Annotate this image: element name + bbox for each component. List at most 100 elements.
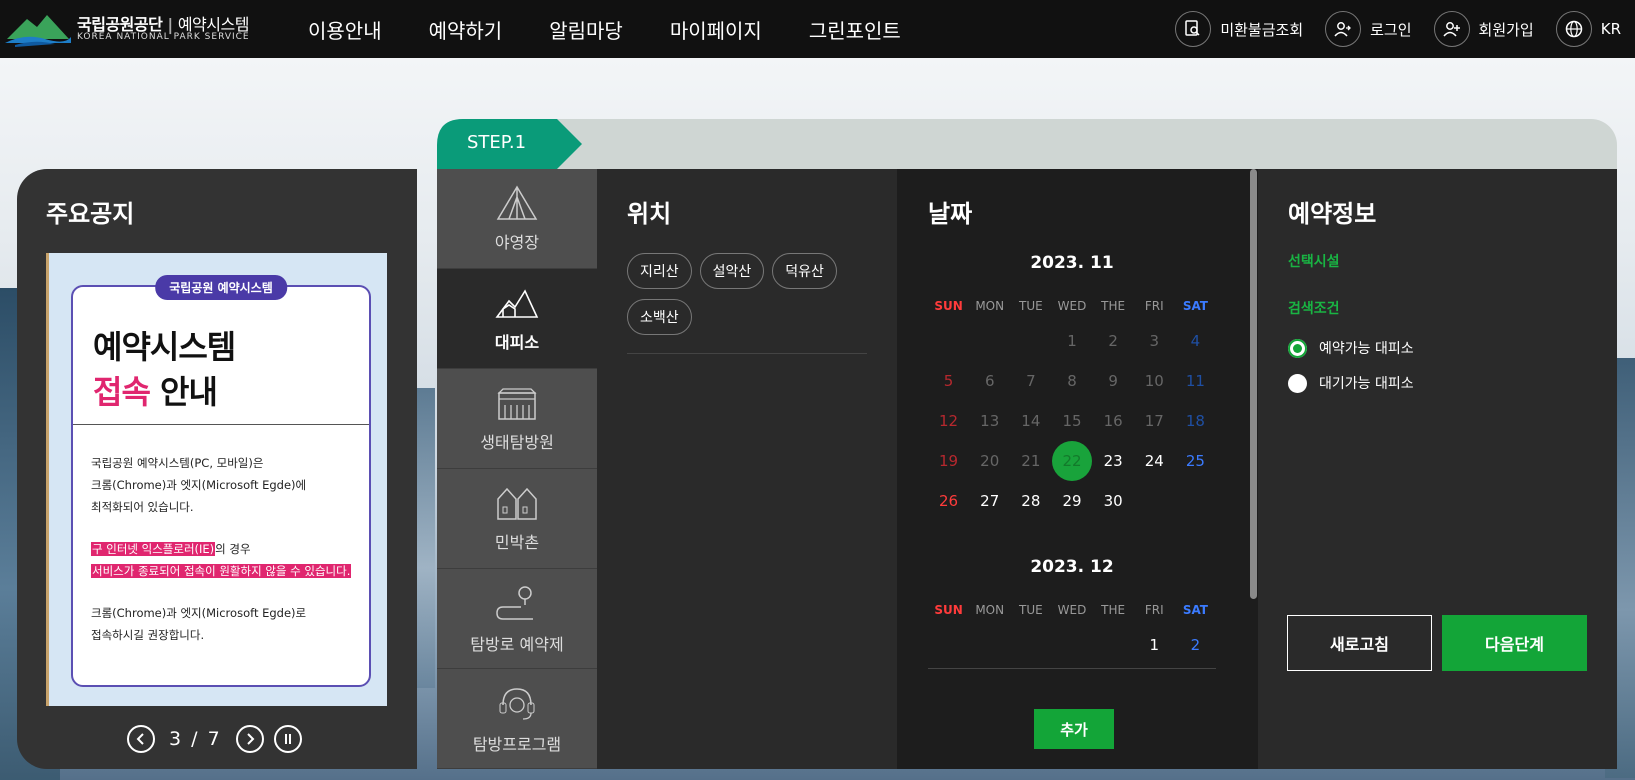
menu-mypage[interactable]: 마이페이지 (670, 15, 762, 44)
language-label: KR (1600, 20, 1621, 38)
calendar-day: 21 (1021, 452, 1041, 470)
calendar-day[interactable]: 27 (969, 481, 1010, 521)
calendar-day[interactable]: 29 (1051, 481, 1092, 521)
category-eco-center[interactable]: 생태탐방원 (437, 369, 597, 469)
menu-reserve[interactable]: 예약하기 (429, 15, 503, 44)
calendar-day: 13 (980, 412, 1000, 430)
location-panel: 위치 지리산 설악산 덕유산 소백산 (597, 169, 897, 769)
calendar-day: 17 (1144, 412, 1164, 430)
weekday-sat: SAT (1182, 299, 1208, 313)
calendar-day[interactable]: 23 (1093, 441, 1134, 481)
chip-jirisan[interactable]: 지리산 (627, 253, 692, 289)
refund-lookup-button[interactable]: 미환불금조회 (1175, 11, 1303, 47)
calendar-day[interactable]: 28 (1010, 481, 1051, 521)
p1-line2: 크롬(Chrome)과 엣지(Microsoft Egde)에 (91, 478, 307, 492)
location-title: 위치 (627, 200, 672, 228)
calendar-day: 14 (1021, 412, 1041, 430)
site-logo[interactable]: 국립공원공단 | 예약시스템 KOREA NATIONAL PARK SERVI… (5, 7, 255, 47)
weekday-wed: WED (1057, 603, 1087, 617)
signup-label: 회원가입 (1478, 20, 1534, 39)
trail-pin-icon (496, 585, 533, 620)
banner-headline-2: 접속 안내 (93, 367, 218, 413)
category-program[interactable]: 탐방프로그램 (437, 669, 597, 769)
refund-label: 미환불금조회 (1220, 20, 1304, 39)
calendar-month-label: 2023. 12 (1030, 557, 1114, 577)
calendar-day[interactable]: 1 (1134, 625, 1175, 665)
slide-separator: / (191, 728, 200, 750)
notice-panel: 주요공지 국립공원 예약시스템 예약시스템 접속 안내 국립공원 예약시스템(P… (17, 169, 417, 769)
menu-greenpoint[interactable]: 그린포인트 (809, 15, 901, 44)
pause-icon (284, 734, 291, 744)
calendar-month-label: 2023. 11 (1030, 253, 1114, 273)
weekday-tue: TUE (1019, 603, 1043, 617)
calendar-day[interactable]: 26 (928, 481, 969, 521)
calendar-day: 1 (1067, 332, 1077, 350)
login-label: 로그인 (1370, 20, 1412, 39)
calendar-day: 15 (1062, 412, 1082, 430)
calendar-day: 12 (939, 412, 959, 430)
step-text: STEP.1 (467, 132, 527, 153)
calendar-empty-cell (1010, 321, 1051, 361)
calendar-day-number: 22 (1062, 452, 1082, 470)
p1-line3: 최적화되어 있습니다. (91, 500, 194, 514)
next-step-button[interactable]: 다음단계 (1442, 615, 1587, 671)
language-selector[interactable]: KR (1555, 11, 1621, 47)
calendar-day: 5 (943, 372, 954, 390)
slide-current: 3 (169, 728, 184, 750)
p2-highlight-1: 구 인터넷 익스플로러(IE) (91, 542, 216, 556)
menu-guide[interactable]: 이용안내 (308, 15, 382, 44)
calendar-day: 7 (1026, 372, 1036, 390)
add-button[interactable]: 추가 (1034, 709, 1114, 749)
date-scrollbar[interactable] (1249, 169, 1258, 769)
houses-icon (497, 487, 537, 520)
p1-line1: 국립공원 예약시스템(PC, 모바일)은 (91, 456, 264, 470)
category-label: 야영장 (494, 232, 540, 252)
calendar-day-selected[interactable]: 22 (1051, 441, 1093, 481)
weekday-mon: MON (975, 603, 1005, 617)
next-slide-button[interactable] (235, 725, 264, 753)
document-search-icon (1175, 11, 1212, 47)
category-shelter[interactable]: 대피소 (437, 269, 597, 369)
calendar-day[interactable]: 2 (1175, 625, 1216, 665)
category-guesthouse[interactable]: 민박촌 (437, 469, 597, 569)
weekday-the: THE (1101, 299, 1126, 313)
chip-sobaeksan[interactable]: 소백산 (627, 299, 692, 335)
radio-waitlist-shelter[interactable]: 대기가능 대피소 (1288, 373, 1414, 393)
notice-banner[interactable]: 국립공원 예약시스템 예약시스템 접속 안내 국립공원 예약시스템(PC, 모바… (46, 253, 387, 706)
banner-divider (73, 424, 369, 425)
user-add-icon (1433, 11, 1470, 47)
calendar-day[interactable]: 30 (1093, 481, 1134, 521)
chip-seoraksan[interactable]: 설악산 (699, 253, 765, 289)
menu-notice[interactable]: 알림마당 (549, 15, 623, 44)
calendar-month-2: 2023. 12 SUN MON TUE WED THE FRI SAT 12 (928, 557, 1216, 665)
chip-deogyusan[interactable]: 덕유산 (772, 253, 837, 289)
calendar-empty-cell (969, 625, 1010, 665)
calendar-divider (928, 668, 1216, 669)
scrollbar-thumb[interactable] (1250, 169, 1257, 599)
login-button[interactable]: 로그인 (1325, 11, 1412, 47)
category-campsite[interactable]: 야영장 (437, 169, 597, 269)
category-trail-reservation[interactable]: 탐방로 예약제 (437, 569, 597, 669)
prev-slide-button[interactable] (127, 725, 155, 753)
date-title: 날짜 (928, 200, 973, 228)
calendar-day[interactable]: 24 (1134, 441, 1175, 481)
p2-highlight-2: 서비스가 종료되어 접속이 원활하지 않을 수 있습니다. (91, 564, 352, 578)
banner-headline-1: 예약시스템 (93, 328, 236, 366)
mountain-logo-icon (5, 15, 71, 47)
banner-paragraph-2: 구 인터넷 익스플로러(IE)의 경우 서비스가 종료되어 접속이 원활하지 않… (91, 538, 361, 582)
utility-menu: 미환불금조회 로그인 회원가입 KR (1153, 6, 1621, 52)
location-chip-list: 지리산 설악산 덕유산 소백산 (627, 253, 867, 345)
calendar-day: 9 (1108, 372, 1118, 390)
calendar-day[interactable]: 25 (1175, 441, 1216, 481)
refresh-button[interactable]: 새로고침 (1287, 615, 1432, 671)
calendar-day: 2 (1108, 332, 1118, 350)
banner-paragraph-1: 국립공원 예약시스템(PC, 모바일)은 크롬(Chrome)과 엣지(Micr… (91, 452, 361, 518)
main-menu: 이용안내 예약하기 알림마당 마이페이지 그린포인트 (308, 0, 948, 58)
calendar-empty-cell (928, 625, 969, 665)
weekday-tue: TUE (1019, 299, 1043, 313)
radio-available-shelter[interactable]: 예약가능 대피소 (1288, 338, 1414, 358)
category-label: 생태탐방원 (480, 432, 554, 452)
signup-button[interactable]: 회원가입 (1433, 11, 1534, 47)
pause-slide-button[interactable] (273, 725, 302, 753)
calendar-weekday-header: SUN MON TUE WED THE FRI SAT (928, 299, 1216, 313)
